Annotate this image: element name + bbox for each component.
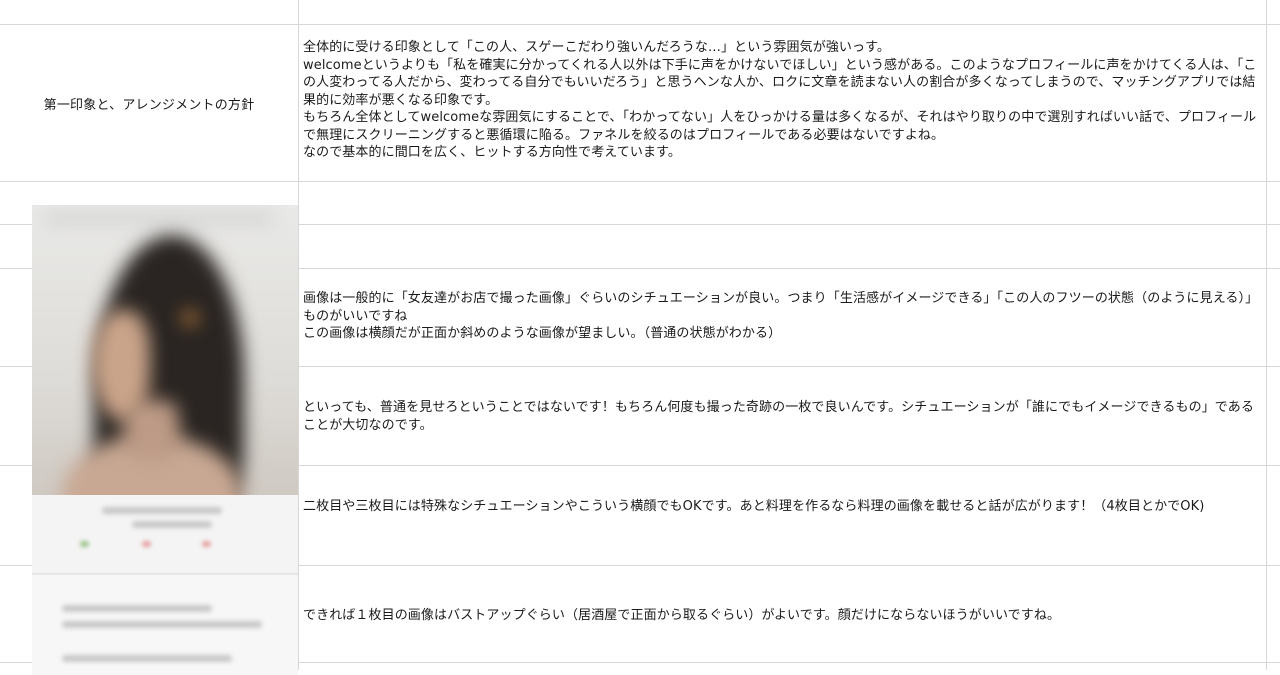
blurred-name-line xyxy=(102,507,222,514)
first-image-cell[interactable]: できれば１枚目の画像はバストアップぐらい（居酒屋で正面から取るぐらい）がよいです… xyxy=(303,607,1263,625)
hair-clip-shape xyxy=(182,310,198,326)
face-shape xyxy=(92,310,150,420)
row-label: 第一印象と、アレンジメントの方針 xyxy=(43,97,255,113)
blurred-text-line xyxy=(62,621,262,628)
image-situation-cell[interactable]: 画像は一般的に「女友達がお店で撮った画像」ぐらいのシチュエーションが良い。つまり… xyxy=(303,290,1263,343)
status-dot xyxy=(80,541,89,547)
profile-photo xyxy=(32,205,298,495)
app-top-bar xyxy=(44,213,274,223)
profile-text-panel xyxy=(32,575,298,675)
row-label-cell[interactable]: 第一印象と、アレンジメントの方針 xyxy=(0,25,298,181)
status-dot xyxy=(202,541,211,547)
status-dot xyxy=(142,541,151,547)
column-divider xyxy=(1266,0,1267,670)
spreadsheet: 第一印象と、アレンジメントの方針 全体的に受ける印象として「この人、スゲーこだわ… xyxy=(0,0,1280,675)
blurred-text-line xyxy=(62,605,212,612)
blurred-text-line xyxy=(62,655,232,662)
column-divider xyxy=(298,0,299,670)
row-divider xyxy=(0,181,1280,182)
blurred-profile-photo-icon[interactable] xyxy=(32,205,298,675)
first-impression-cell[interactable]: 全体的に受ける印象として「この人、スゲーこだわり強いんだろうな…」という雰囲気が… xyxy=(303,39,1263,162)
blurred-info-line xyxy=(132,521,212,528)
not-ordinary-cell[interactable]: といっても、普通を見せろということではないです！もちろん何度も撮った奇跡の一枚で… xyxy=(303,399,1263,434)
second-third-image-cell[interactable]: 二枚目や三枚目には特殊なシチュエーションやこういう横顔でもOKです。あと料理を作… xyxy=(303,498,1263,516)
